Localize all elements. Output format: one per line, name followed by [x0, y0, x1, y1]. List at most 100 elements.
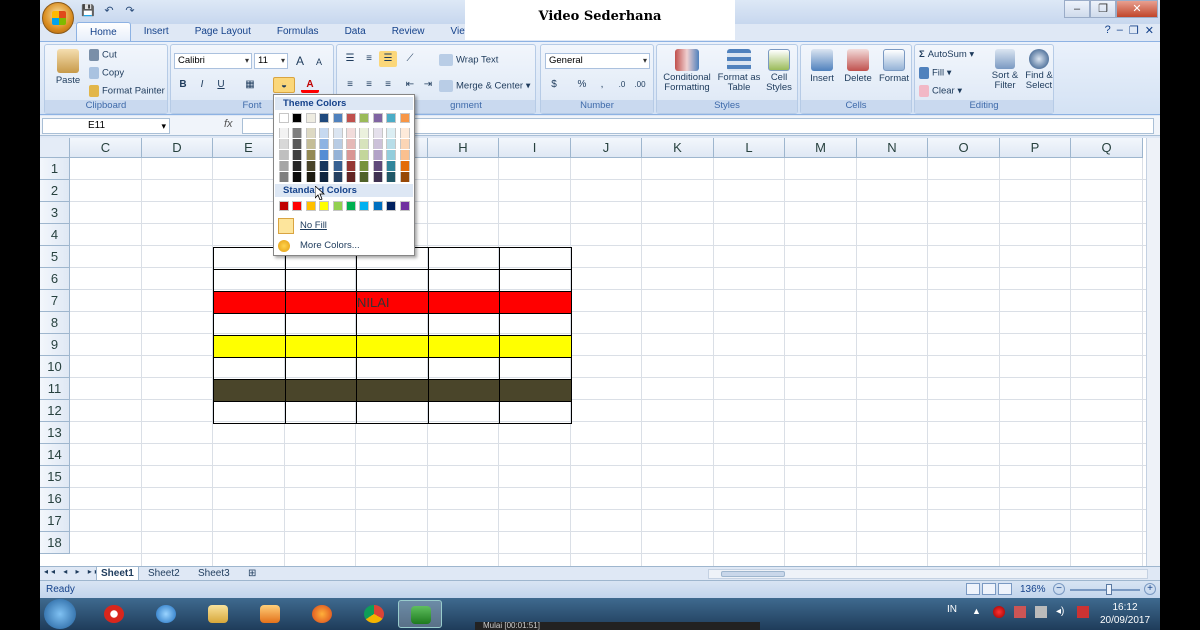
theme-color-swatch[interactable] — [359, 113, 370, 123]
save-icon[interactable]: 💾 — [80, 3, 96, 19]
horizontal-scrollbar[interactable] — [708, 569, 1148, 579]
row-header[interactable]: 11 — [40, 378, 70, 400]
volume-icon[interactable]: ◂) — [1056, 606, 1068, 618]
page-layout-view-icon[interactable] — [982, 583, 996, 595]
font-name-select[interactable]: Calibri — [174, 53, 252, 69]
start-button[interactable] — [44, 599, 76, 629]
align-middle-button[interactable]: ≡ — [360, 51, 378, 67]
standard-color-swatch[interactable] — [279, 201, 289, 211]
network-icon[interactable] — [1077, 606, 1089, 618]
worksheet-grid[interactable]: CDEFGHIJKLMNOPQ 123456789101112131415161… — [40, 138, 1160, 566]
column-header[interactable]: Q — [1071, 138, 1143, 158]
theme-shade-swatch[interactable] — [332, 139, 343, 149]
theme-shade-swatch[interactable] — [359, 150, 370, 160]
theme-shade-swatch[interactable] — [359, 172, 370, 182]
taskbar-ie[interactable] — [144, 600, 188, 628]
theme-shade-swatch[interactable] — [279, 150, 289, 160]
theme-shade-swatch[interactable] — [386, 161, 397, 171]
column-header[interactable]: O — [928, 138, 1000, 158]
format-as-table-button[interactable]: Format as Table — [717, 49, 761, 93]
column-header[interactable]: D — [142, 138, 213, 158]
theme-shade-swatch[interactable] — [279, 128, 289, 138]
align-center-button[interactable]: ≡ — [360, 77, 378, 93]
delete-cells-button[interactable]: Delete — [841, 49, 875, 84]
column-header[interactable]: L — [714, 138, 785, 158]
theme-shade-swatch[interactable] — [386, 150, 397, 160]
theme-shade-swatch[interactable] — [346, 172, 356, 182]
theme-shade-swatch[interactable] — [292, 150, 303, 160]
row-header[interactable]: 5 — [40, 246, 70, 268]
theme-shade-swatch[interactable] — [372, 150, 383, 160]
theme-shade-swatch[interactable] — [292, 172, 303, 182]
theme-shade-swatch[interactable] — [305, 150, 316, 160]
redo-icon[interactable]: ↷ — [122, 3, 138, 19]
theme-shade-swatch[interactable] — [399, 139, 410, 149]
insert-sheet-icon[interactable]: ⊞ — [244, 567, 260, 581]
theme-shade-swatch[interactable] — [319, 128, 330, 138]
font-color-button[interactable]: A — [301, 77, 319, 93]
name-box[interactable]: E11 — [42, 118, 170, 134]
theme-shade-swatch[interactable] — [346, 150, 356, 160]
cut-button[interactable]: Cut — [89, 49, 117, 61]
tab-review[interactable]: Review — [379, 22, 438, 42]
cell-styles-button[interactable]: Cell Styles — [761, 49, 797, 93]
theme-shade-swatch[interactable] — [359, 161, 370, 171]
zoom-slider-track[interactable] — [1070, 589, 1140, 591]
sheet-tab-1[interactable]: Sheet1 — [96, 567, 139, 581]
wrap-text-button[interactable]: Wrap Text — [439, 54, 498, 66]
theme-shade-swatch[interactable] — [292, 161, 303, 171]
standard-color-swatch[interactable] — [332, 201, 343, 211]
sheet-tab-3[interactable]: Sheet3 — [194, 567, 234, 581]
ribbon-close-icon[interactable]: ✕ — [1145, 24, 1154, 37]
theme-shade-swatch[interactable] — [399, 172, 410, 182]
decrease-decimal-button[interactable]: .00 — [631, 77, 649, 93]
theme-color-swatch[interactable] — [292, 113, 303, 123]
theme-shade-swatch[interactable] — [399, 150, 410, 160]
more-colors-item[interactable]: More Colors... — [278, 237, 412, 255]
column-header[interactable]: M — [785, 138, 857, 158]
borders-button[interactable]: ▦ — [241, 77, 259, 93]
restore-button[interactable]: ❐ — [1090, 0, 1116, 18]
row-header[interactable]: 10 — [40, 356, 70, 378]
theme-shade-swatch[interactable] — [319, 150, 330, 160]
theme-color-swatch[interactable] — [305, 113, 316, 123]
theme-shade-swatch[interactable] — [372, 161, 383, 171]
theme-color-swatch[interactable] — [386, 113, 397, 123]
tab-formulas[interactable]: Formulas — [264, 22, 332, 42]
theme-shade-swatch[interactable] — [386, 128, 397, 138]
tab-data[interactable]: Data — [332, 22, 379, 42]
theme-shade-swatch[interactable] — [359, 128, 370, 138]
theme-shade-swatch[interactable] — [292, 139, 303, 149]
scroll-thumb[interactable] — [721, 571, 785, 577]
conditional-formatting-button[interactable]: Conditional Formatting — [659, 49, 715, 93]
standard-color-swatch[interactable] — [346, 201, 356, 211]
theme-shade-swatch[interactable] — [372, 172, 383, 182]
theme-shade-swatch[interactable] — [372, 128, 383, 138]
standard-color-swatch[interactable] — [359, 201, 370, 211]
tray-expand-icon[interactable]: ▲ — [972, 606, 984, 618]
theme-color-swatch[interactable] — [332, 113, 343, 123]
insert-function-icon[interactable]: fx — [224, 118, 233, 130]
theme-shade-swatch[interactable] — [279, 161, 289, 171]
standard-color-swatch[interactable] — [319, 201, 330, 211]
font-size-select[interactable]: 11 — [254, 53, 288, 69]
record-icon[interactable] — [993, 606, 1005, 618]
column-header[interactable]: N — [857, 138, 928, 158]
merge-center-button[interactable]: Merge & Center ▾ — [439, 80, 530, 92]
vertical-scrollbar[interactable] — [1146, 138, 1160, 566]
standard-color-swatch[interactable] — [372, 201, 383, 211]
standard-color-swatch[interactable] — [386, 201, 397, 211]
bold-button[interactable]: B — [174, 77, 192, 93]
theme-shade-swatch[interactable] — [279, 172, 289, 182]
theme-color-swatch[interactable] — [346, 113, 356, 123]
undo-icon[interactable]: ↶ — [101, 3, 117, 19]
row-header[interactable]: 18 — [40, 532, 70, 554]
shrink-font-button[interactable]: A — [310, 54, 328, 70]
row-header[interactable]: 14 — [40, 444, 70, 466]
row-header[interactable]: 6 — [40, 268, 70, 290]
fill-color-button[interactable]: ◒ — [273, 77, 295, 93]
sheet-tab-2[interactable]: Sheet2 — [144, 567, 184, 581]
fill-button[interactable]: Fill ▾ — [919, 67, 952, 79]
select-all-corner[interactable] — [40, 138, 70, 158]
standard-color-swatch[interactable] — [305, 201, 316, 211]
